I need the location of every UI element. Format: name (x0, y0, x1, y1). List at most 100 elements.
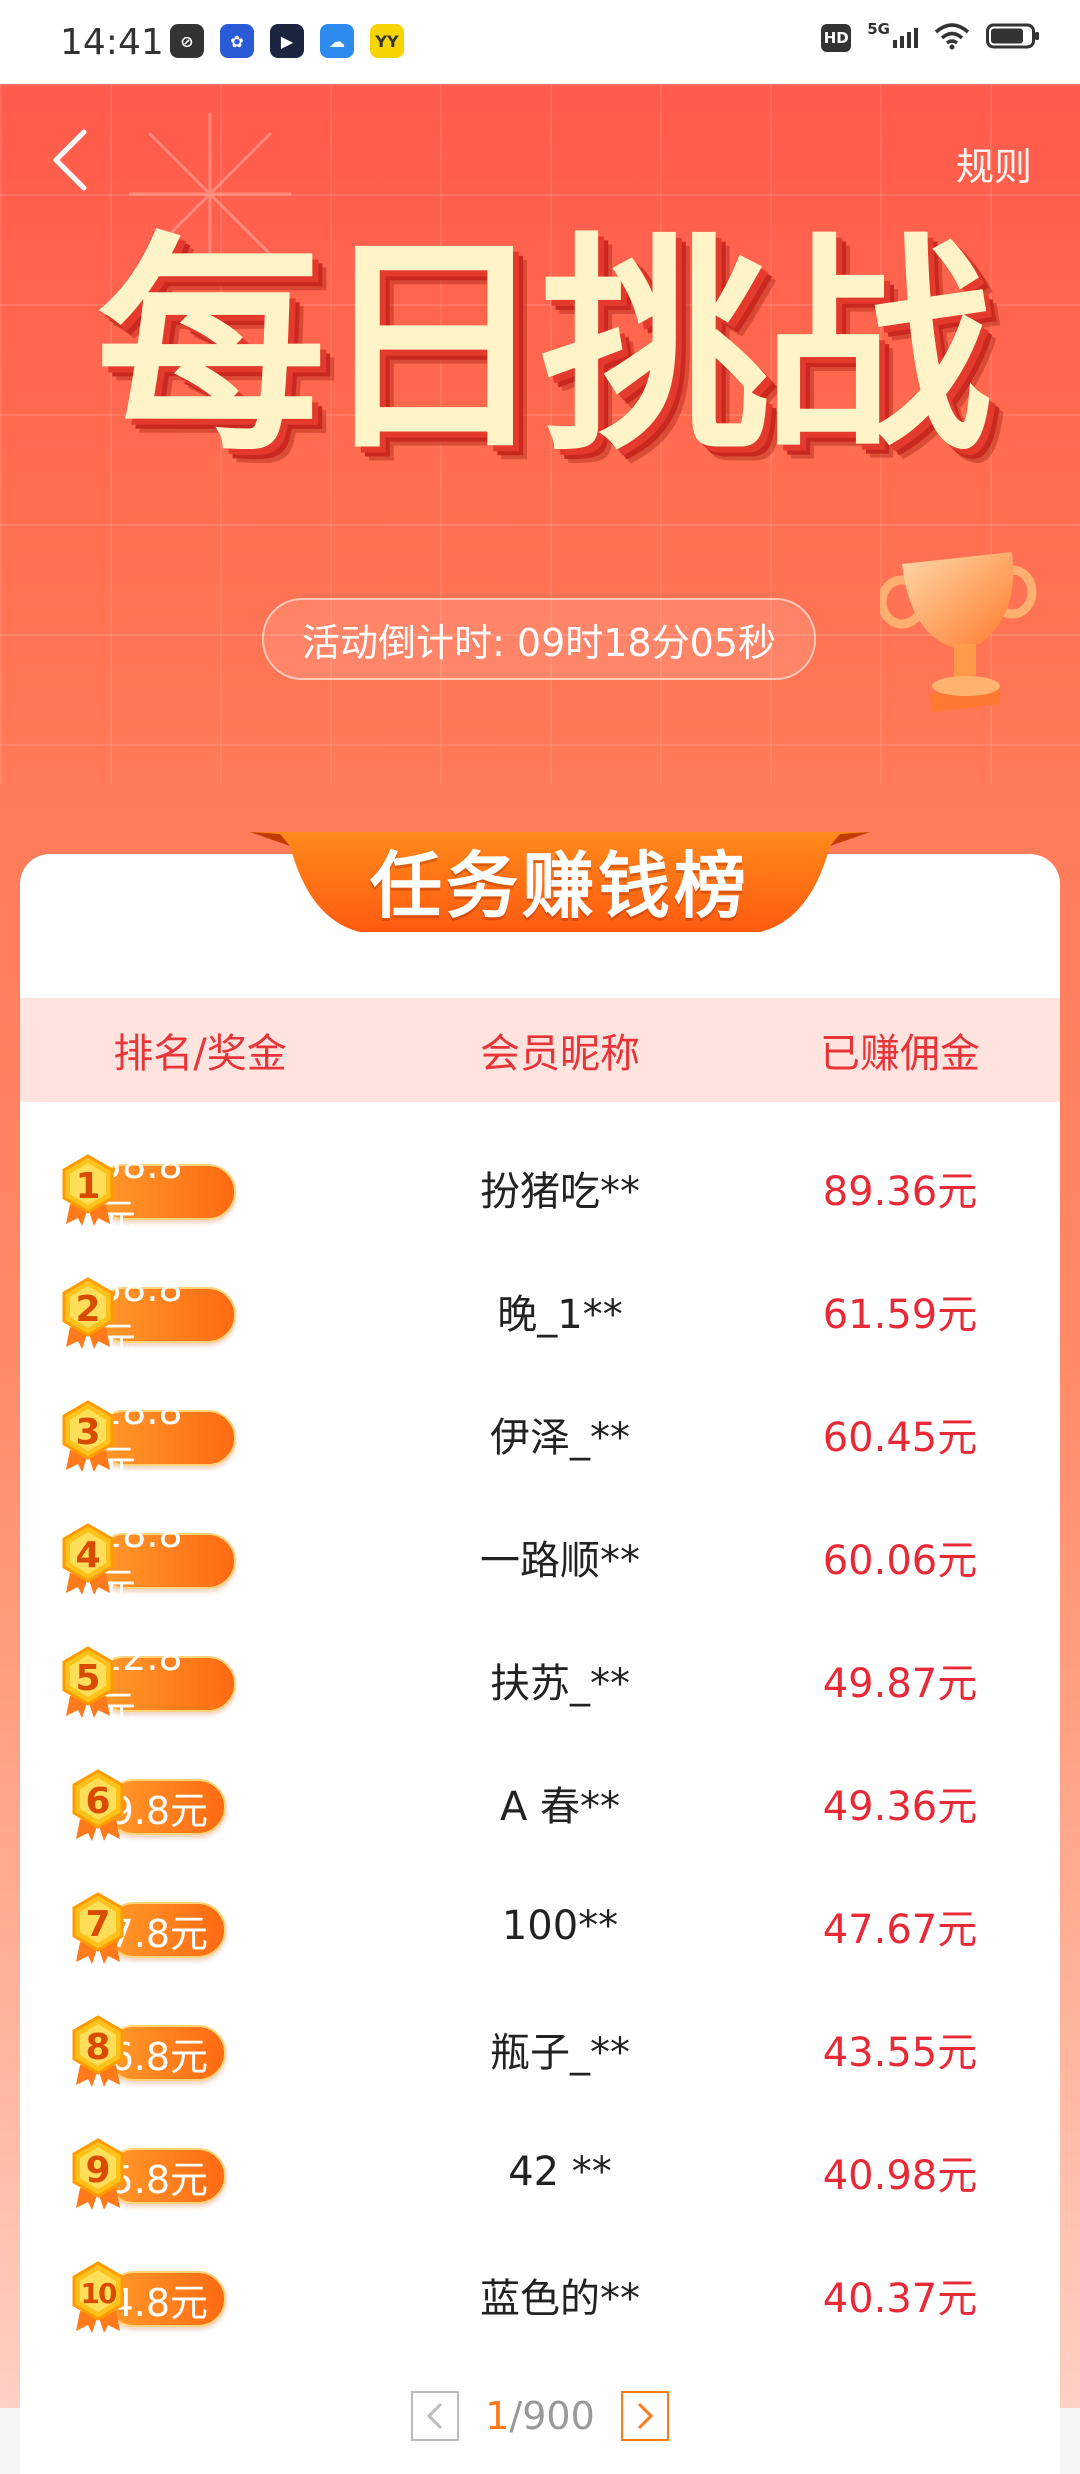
earned-commission: 60.45元 (822, 1414, 978, 1461)
prize-amount: 58.8元 (98, 1142, 183, 1240)
earned-commission: 61.59元 (822, 1291, 978, 1338)
earned-commission: 49.87元 (822, 1660, 978, 1707)
prize-pill: 28.8元 (96, 1389, 236, 1486)
rank-medal-icon: 3 (60, 1400, 116, 1472)
member-nickname: A 春** (499, 1783, 621, 1830)
hd-icon: HD (821, 24, 852, 52)
ranking-row: 7.8元 7 100** 47.67元 (20, 1864, 1060, 1987)
cloud-app-icon: ☁ (320, 24, 354, 58)
ranking-row: 9.8元 6 A 春** 49.36元 (20, 1741, 1060, 1864)
prize-amount: 12.8元 (98, 1634, 183, 1732)
ranking-list: 58.8元 1 扮猪吃** 89.36元 38.8元 2 晚_1** 61.59元 28.8元 3… (20, 1126, 1060, 2356)
status-time: 14:41 (60, 22, 164, 63)
rank-prize-cell: 5.8元 9 (20, 2110, 380, 2233)
page-title: 每日挑战 (95, 215, 992, 482)
ranking-row: 28.8元 3 伊泽_** 60.45元 (20, 1372, 1060, 1495)
ranking-row: 38.8元 2 晚_1** 61.59元 (20, 1249, 1060, 1372)
earned-commission: 89.36元 (822, 1168, 978, 1215)
link-app-icon: ⊘ (170, 24, 204, 58)
prize-amount: 18.8元 (98, 1511, 183, 1609)
ranking-row: 6.8元 8 瓶子_** 43.55元 (20, 1987, 1060, 2110)
status-bar: 14:41 ⊘ ✿ ▶ ☁ YY HD 5G (0, 0, 1080, 84)
rank-number: 6 (85, 1781, 111, 1822)
prize-pill: 58.8元 (96, 1143, 236, 1240)
play-app-icon: ▶ (270, 24, 304, 58)
rank-medal-icon: 9 (70, 2138, 126, 2210)
rank-medal-icon: 10 (70, 2261, 126, 2333)
rank-number: 3 (75, 1412, 101, 1453)
prize-pill: 12.8元 (96, 1635, 236, 1732)
rank-prize-cell: 9.8元 6 (20, 1741, 380, 1864)
next-page-button[interactable] (620, 2391, 669, 2441)
member-nickname: 伊泽_** (490, 1414, 630, 1461)
column-earned: 已赚佣金 (820, 1031, 980, 1077)
prize-amount: 28.8元 (98, 1388, 183, 1486)
member-nickname: 瓶子_** (490, 2029, 630, 2076)
rank-prize-cell: 38.8元 2 (20, 1249, 380, 1372)
member-nickname: 42 ** (508, 2148, 612, 2195)
rank-medal-icon: 1 (60, 1154, 116, 1226)
prize-amount: 38.8元 (98, 1265, 183, 1363)
prize-pill: 18.8元 (96, 1512, 236, 1609)
countdown-timer: 活动倒计时: 09时18分05秒 (262, 598, 816, 680)
rank-medal-icon: 2 (60, 1277, 116, 1349)
earned-commission: 60.06元 (822, 1537, 978, 1584)
rank-number: 1 (75, 1166, 101, 1207)
rank-number: 9 (85, 2150, 111, 2191)
network-type: 5G (867, 20, 890, 38)
rules-link[interactable]: 规则 (956, 136, 1032, 191)
battery-icon (986, 22, 1040, 54)
pagination: 1/900 (20, 2386, 1060, 2446)
wifi-icon (934, 22, 970, 54)
rank-number: 8 (85, 2027, 111, 2068)
rank-number: 4 (75, 1535, 101, 1576)
ranking-row: 18.8元 4 一路顺** 60.06元 (20, 1495, 1060, 1618)
rank-prize-cell: 18.8元 4 (20, 1495, 380, 1618)
rank-prize-cell: 58.8元 1 (20, 1126, 380, 1249)
earned-commission: 40.98元 (822, 2152, 978, 2199)
page-indicator: 1/900 (485, 2394, 595, 2438)
earned-commission: 43.55元 (822, 2029, 978, 2076)
member-nickname: 一路顺** (480, 1537, 640, 1584)
total-pages: /900 (509, 2394, 595, 2438)
baidu-paw-icon: ✿ (220, 24, 254, 58)
ranking-row: 5.8元 9 42 ** 40.98元 (20, 2110, 1060, 2233)
member-nickname: 扶苏_** (490, 1660, 630, 1707)
rank-medal-icon: 4 (60, 1523, 116, 1595)
earned-commission: 47.67元 (822, 1906, 978, 1953)
rank-medal-icon: 5 (60, 1646, 116, 1718)
current-page: 1 (485, 2394, 510, 2438)
challenge-banner: 规则 每日挑战 活动倒计时: 09时18分05秒 任务赚钱榜 排名/奖金 会员昵… (0, 84, 1080, 2474)
member-nickname: 100** (501, 1902, 619, 1949)
earned-commission: 40.37元 (822, 2275, 978, 2322)
table-header: 排名/奖金 会员昵称 已赚佣金 (20, 998, 1060, 1102)
ranking-card: 任务赚钱榜 排名/奖金 会员昵称 已赚佣金 58.8元 1 扮猪吃** 89.36元 3… (20, 832, 1060, 2474)
rank-number: 10 (80, 2277, 118, 2310)
ranking-row: 58.8元 1 扮猪吃** 89.36元 (20, 1126, 1060, 1249)
chevron-left-icon (53, 129, 87, 191)
yy-app-icon: YY (370, 24, 404, 58)
back-button[interactable] (40, 120, 100, 200)
ranking-title-ribbon: 任务赚钱榜 (250, 824, 870, 944)
rank-number: 5 (75, 1658, 101, 1699)
chevron-left-icon (427, 2402, 443, 2430)
rank-prize-cell: 28.8元 3 (20, 1372, 380, 1495)
signal-5g-icon: 5G (867, 20, 918, 48)
earned-commission: 49.36元 (822, 1783, 978, 1830)
rank-prize-cell: 7.8元 7 (20, 1864, 380, 1987)
column-rank-prize: 排名/奖金 (113, 1031, 287, 1077)
member-nickname: 晚_1** (497, 1291, 623, 1338)
rank-prize-cell: 12.8元 5 (20, 1618, 380, 1741)
rank-prize-cell: 6.8元 8 (20, 1987, 380, 2110)
rank-number: 7 (85, 1904, 111, 1945)
trophy-icon (880, 552, 1037, 712)
member-nickname: 扮猪吃** (480, 1168, 640, 1215)
rank-number: 2 (75, 1289, 101, 1330)
member-nickname: 蓝色的** (480, 2275, 640, 2322)
rank-medal-icon: 8 (70, 2015, 126, 2087)
status-indicators: HD 5G (821, 20, 1040, 54)
rank-medal-icon: 7 (70, 1892, 126, 1964)
prev-page-button[interactable] (411, 2391, 460, 2441)
rank-medal-icon: 6 (70, 1769, 126, 1841)
chevron-right-icon (637, 2402, 653, 2430)
